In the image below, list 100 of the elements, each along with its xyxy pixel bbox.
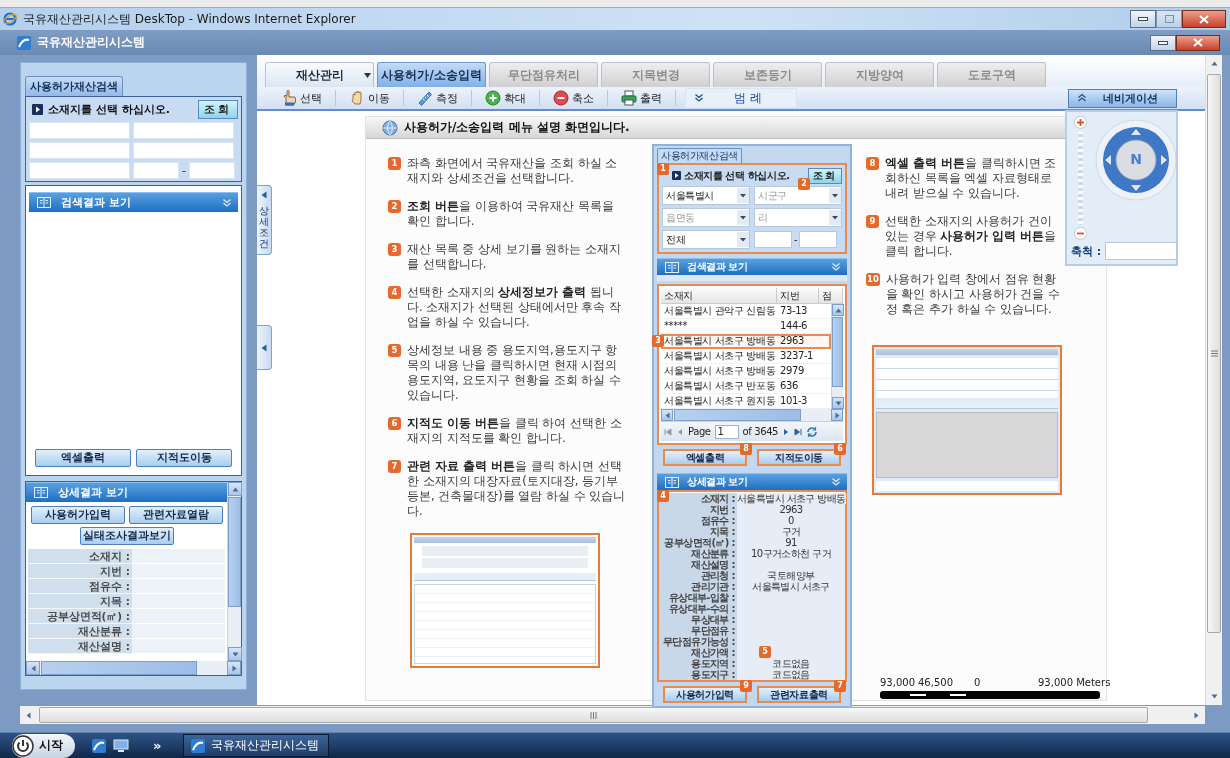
field-label: 재산분류 : (691, 548, 735, 559)
field-label: 관리청 : (700, 570, 735, 581)
callout-badge: 8 (740, 443, 752, 455)
button[interactable]: 엑셀출력 (35, 449, 131, 467)
maximize-icon (1164, 15, 1174, 23)
arrow-right-icon (833, 411, 841, 419)
scrollbar-thumb[interactable] (674, 409, 801, 421)
close-icon (1193, 38, 1203, 47)
step-text: 지적도 이동 버튼을 클릭 하여 선택한 소재지의 지적도를 확인 합니다. (407, 416, 623, 446)
side-panel-handle[interactable] (257, 325, 272, 370)
zoom-out-button[interactable] (1073, 227, 1087, 240)
grip-icon (1210, 350, 1218, 357)
step-text: 좌측 화면에서 국유재산을 조회 하실 소재지와 상세조건을 선택합니다. (407, 156, 619, 186)
field-label: 공부상면적(㎡) : (28, 609, 132, 624)
dropdown[interactable]: 전체 (662, 230, 750, 249)
scale-field[interactable] (1105, 242, 1177, 260)
scale-label: 축척 : (1071, 243, 1102, 259)
overflow-button[interactable]: » (149, 738, 166, 753)
table-cell-text: 서울특별시 서초구 방배동 (663, 364, 776, 378)
field-value: 서울특별시 서초구 방배동 (737, 493, 846, 504)
legend-dropdown[interactable]: 범 례 (685, 88, 797, 108)
zoom-slider-track[interactable] (1077, 131, 1083, 225)
dropdown[interactable]: 서울특별시 (662, 186, 750, 205)
print-button[interactable]: 출력 (617, 88, 666, 108)
search-button[interactable]: 조회 (808, 167, 842, 184)
taskbar-button[interactable]: 국유재산관리시스템 (183, 734, 330, 757)
input-field[interactable] (133, 122, 234, 139)
button[interactable]: 지적도이동 (136, 449, 232, 467)
book-icon (665, 261, 679, 273)
field-label: 재산가액 : (691, 647, 735, 658)
table-cell-text: 144-6 (779, 319, 808, 333)
step-text: 재산 목록 중 상세 보기를 원하는 소재지를 선택합니다. (407, 242, 622, 272)
search-button[interactable]: 조회 (198, 100, 238, 119)
vertical-scrollbar[interactable] (1205, 55, 1222, 705)
scrollbar-thumb[interactable] (41, 661, 197, 675)
scrollbar-thumb[interactable] (228, 497, 241, 607)
ruler-icon (417, 90, 433, 106)
minus-circle-icon (553, 90, 569, 106)
input-field[interactable] (29, 122, 130, 139)
printer-icon (621, 90, 637, 106)
callout-badge: 5 (759, 646, 771, 658)
navigation-toggle-button[interactable]: 네비게이션 (1068, 88, 1177, 108)
horizontal-scrollbar[interactable] (20, 706, 1205, 724)
field-value: 서울특별시 서초구 (737, 581, 845, 592)
table-cell-text: 서울특별시 서초구 방배동 (663, 334, 776, 348)
button[interactable]: 관련자료열람 (128, 506, 223, 524)
horizontal-scrollbar[interactable] (661, 409, 843, 421)
app-title: 국유재산관리시스템 (37, 34, 145, 51)
field-label: 재산설명 : (691, 559, 735, 570)
horizontal-scrollbar[interactable] (26, 661, 241, 675)
pan-tool-button[interactable]: 이동 (345, 88, 394, 108)
zoom-in-button[interactable] (1073, 116, 1087, 129)
close-button[interactable] (1182, 10, 1226, 28)
button[interactable]: 사용허가입력 (30, 506, 125, 524)
select-tool-button[interactable]: 선택 (277, 88, 326, 108)
button[interactable]: 실태조사결과보기 (79, 527, 174, 545)
step-number-badge: 10 (866, 273, 880, 286)
scrollbar-thumb[interactable] (39, 707, 1148, 723)
section-title: 검색결과 보기 (61, 195, 132, 210)
guide-title: 사용허가/소송입력 메뉴 설명 화면입니다. (404, 119, 630, 136)
input-field[interactable] (133, 162, 179, 179)
vertical-scrollbar[interactable] (227, 482, 241, 661)
browser-icon (2, 11, 18, 27)
input-field[interactable] (799, 231, 838, 248)
tab[interactable]: 사용허가재산검색 (25, 76, 123, 96)
step-number-badge: 2 (388, 200, 401, 213)
vertical-scrollbar[interactable] (831, 304, 843, 409)
close-button[interactable] (1176, 34, 1220, 51)
caret-down-icon (829, 188, 841, 203)
side-panel-handle[interactable]: 상세조건 (257, 185, 272, 255)
scrollbar-thumb[interactable] (832, 317, 843, 387)
tab[interactable]: 재산관리 (265, 62, 374, 87)
zoom-out-button[interactable]: 축소 (549, 88, 598, 108)
page-field[interactable]: 1 (714, 424, 739, 439)
caret-down-icon (737, 232, 749, 247)
caret-down-icon (364, 73, 371, 78)
step-text: 상세정보 내용 중 용도지역,용도지구 항목의 내용 난을 클릭하시면 현재 시점의 용도지역, 요도지구 현황을 조회 하실 수 있습니다. (407, 343, 622, 403)
field-value: 10구거소하천 구거 (737, 548, 845, 559)
measure-tool-button[interactable]: 측정 (413, 88, 462, 108)
minimize-icon (1158, 40, 1168, 45)
minimize-button[interactable] (1150, 34, 1176, 51)
tab[interactable]: 사용허가재산검색 (657, 148, 742, 163)
step-text: 관련 자료 출력 버튼을 클릭 하시면 선택한 소재지의 대장자료(토지대장, 등기부등본, 건축물대장)를 열람 하실 수 있습니다. (407, 459, 627, 519)
arrow-down-icon (231, 650, 239, 658)
scrollbar-thumb[interactable] (1207, 74, 1221, 633)
zoom-in-button[interactable]: 확대 (481, 88, 530, 108)
field-value: 0 (737, 515, 845, 526)
tab[interactable]: 사용허가/소송입력 (377, 62, 486, 87)
arrow-right-icon (230, 664, 238, 672)
input-field[interactable] (133, 142, 234, 159)
minimize-button[interactable] (1130, 10, 1156, 28)
step-number-badge: 9 (866, 215, 879, 228)
input-field[interactable] (754, 231, 792, 248)
pointing-hand-icon (281, 90, 297, 106)
input-field[interactable] (29, 162, 130, 179)
input-field[interactable] (189, 162, 235, 179)
book-icon (37, 197, 51, 208)
arrow-up-icon (1211, 60, 1218, 67)
start-button[interactable]: 시작 (12, 733, 75, 758)
input-field[interactable] (29, 142, 130, 159)
